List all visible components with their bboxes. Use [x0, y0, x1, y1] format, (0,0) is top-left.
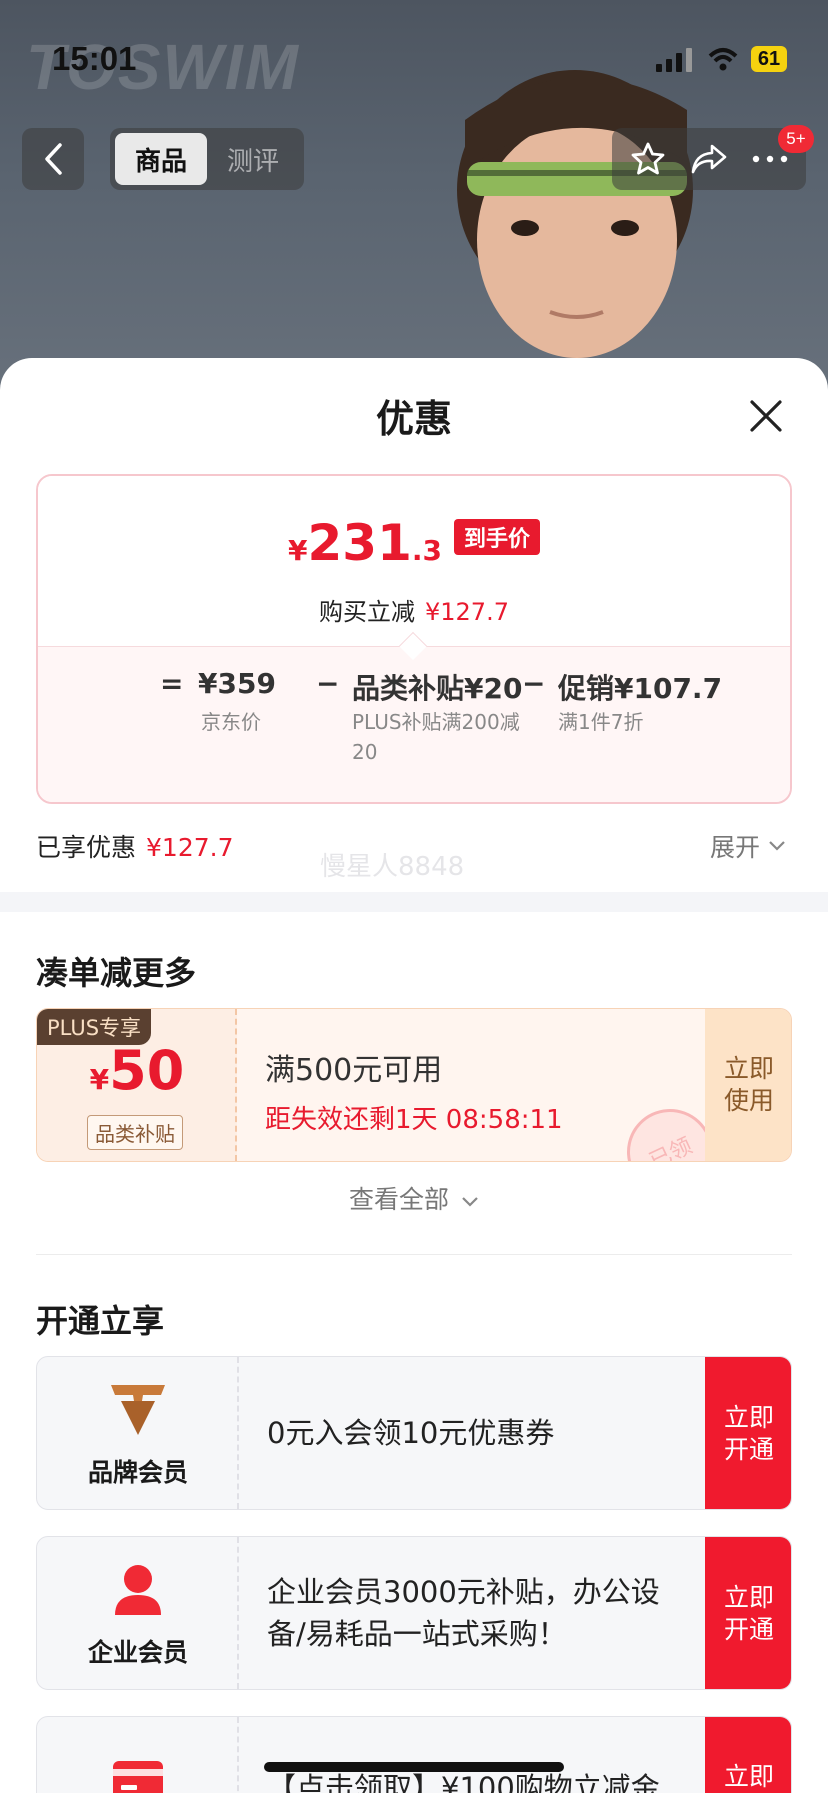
section-title-more: 凑单减更多	[36, 954, 197, 992]
chevron-down-icon	[462, 1197, 478, 1207]
formula-minus-2: −	[522, 667, 546, 700]
final-price-area: ¥231.3 到手价 购买立减 ¥127.7	[38, 476, 790, 646]
tab-product[interactable]: 商品	[115, 133, 207, 185]
enjoyed-discount: 已享优惠 ¥127.7	[36, 828, 234, 864]
price-decimal: .3	[411, 534, 442, 567]
formula-minus-1: −	[316, 667, 340, 700]
final-price: ¥231.3 到手价	[38, 514, 790, 572]
coupon-currency: ¥	[89, 1063, 110, 1096]
open-enterprise-member-button[interactable]: 立即开通	[705, 1537, 791, 1689]
plus-exclusive-badge: PLUS专享	[37, 1009, 152, 1045]
member-name: 企业会员	[87, 1638, 188, 1667]
member-badge-area	[37, 1717, 239, 1793]
coupon-amount: ¥50	[37, 1039, 237, 1102]
member-benefit: 企业会员3000元补贴，办公设备/易耗品一站式采购！	[267, 1575, 660, 1651]
more-icon[interactable]	[752, 154, 788, 164]
jd-price: ¥359	[198, 667, 276, 700]
close-icon[interactable]	[744, 394, 788, 438]
promotion-note: 满1件7折	[558, 710, 644, 734]
category-subsidy-note: PLUS补贴满200减20	[352, 710, 520, 764]
coupon-amount-value: 50	[109, 1039, 185, 1102]
chevron-left-icon	[45, 143, 62, 175]
tab-review[interactable]: 测评	[207, 133, 299, 185]
coupon-type-tag: 品类补贴	[87, 1115, 183, 1150]
coupon-condition: 满500元可用	[265, 1053, 443, 1088]
member-badge-area: 企业会员	[37, 1537, 239, 1689]
page-tab-switch: 商品 测评	[110, 128, 304, 190]
top-actions	[612, 128, 806, 190]
reduction-label: 购买立减	[319, 598, 415, 626]
divider	[36, 1254, 792, 1255]
wifi-icon	[708, 48, 738, 71]
enjoyed-value: ¥127.7	[146, 833, 234, 862]
price-formula: = ¥359 − 品类补贴¥20 − 促销¥107.7 京东价 PLUS补贴满2…	[38, 646, 790, 802]
section-title-open: 开通立享	[36, 1302, 165, 1340]
member-badge-area: 品牌会员	[37, 1357, 239, 1509]
expand-button[interactable]: 展开	[710, 828, 786, 864]
price-breakdown-card: ¥231.3 到手价 购买立减 ¥127.7 = ¥359 − 品类补贴¥20 − …	[36, 474, 792, 804]
discount-sheet: 优惠 ¥231.3 到手价 购买立减 ¥127.7 = ¥359 − 品类补贴¥20…	[0, 358, 828, 1793]
person-icon	[115, 1565, 161, 1615]
formula-equals: =	[160, 667, 184, 700]
open-brand-member-button[interactable]: 立即开通	[705, 1357, 791, 1509]
category-subsidy: 品类补贴¥20	[352, 672, 523, 705]
coupon-expiry-countdown: 距失效还剩1天 08:58:11	[265, 1105, 563, 1135]
jd-price-label: 京东价	[201, 710, 261, 734]
member-benefit: 0元入会领10元优惠券	[267, 1416, 555, 1450]
signal-icon	[656, 48, 692, 72]
status-bar: 15:01 61	[0, 0, 828, 110]
member-name: 品牌会员	[87, 1458, 188, 1487]
enjoyed-label: 已享优惠	[36, 833, 137, 862]
status-time: 15:01	[52, 40, 137, 77]
price-integer: 231	[307, 514, 412, 572]
plus-coupon-card: ¥50 品类补贴 PLUS专享 满500元可用 距失效还剩1天 08:58:11…	[36, 1008, 792, 1162]
star-icon[interactable]	[630, 141, 666, 177]
reduction-value: ¥127.7	[425, 598, 509, 626]
chevron-down-icon	[769, 841, 785, 851]
section-separator	[0, 892, 828, 912]
share-icon[interactable]	[690, 142, 728, 176]
notification-badge: 5+	[778, 125, 814, 153]
card-member-card: 【点击领取】¥100购物立减金 立即	[36, 1716, 792, 1793]
back-button[interactable]	[22, 128, 84, 190]
card-icon	[113, 1761, 163, 1793]
use-coupon-button[interactable]: 立即使用	[705, 1009, 791, 1161]
brand-v-icon	[111, 1385, 165, 1435]
brand-member-card: 品牌会员 0元入会领10元优惠券 立即开通	[36, 1356, 792, 1510]
user-watermark: 慢星人8848	[320, 852, 465, 882]
view-all-button[interactable]: 查看全部	[0, 1180, 828, 1216]
enterprise-member-card: 企业会员 企业会员3000元补贴，办公设备/易耗品一站式采购！ 立即开通	[36, 1536, 792, 1690]
home-indicator	[264, 1762, 564, 1772]
price-currency: ¥	[288, 534, 308, 567]
instant-reduction: 购买立减 ¥127.7	[38, 592, 790, 627]
final-price-tag: 到手价	[453, 519, 540, 555]
promotion: 促销¥107.7	[558, 672, 723, 705]
expand-label: 展开	[710, 833, 761, 862]
sheet-title: 优惠	[375, 397, 452, 441]
member-benefit: 【点击领取】¥100购物立减金	[267, 1771, 660, 1793]
battery-indicator: 61	[751, 46, 787, 72]
claim-card-button[interactable]: 立即	[705, 1717, 791, 1793]
view-all-label: 查看全部	[349, 1185, 450, 1214]
